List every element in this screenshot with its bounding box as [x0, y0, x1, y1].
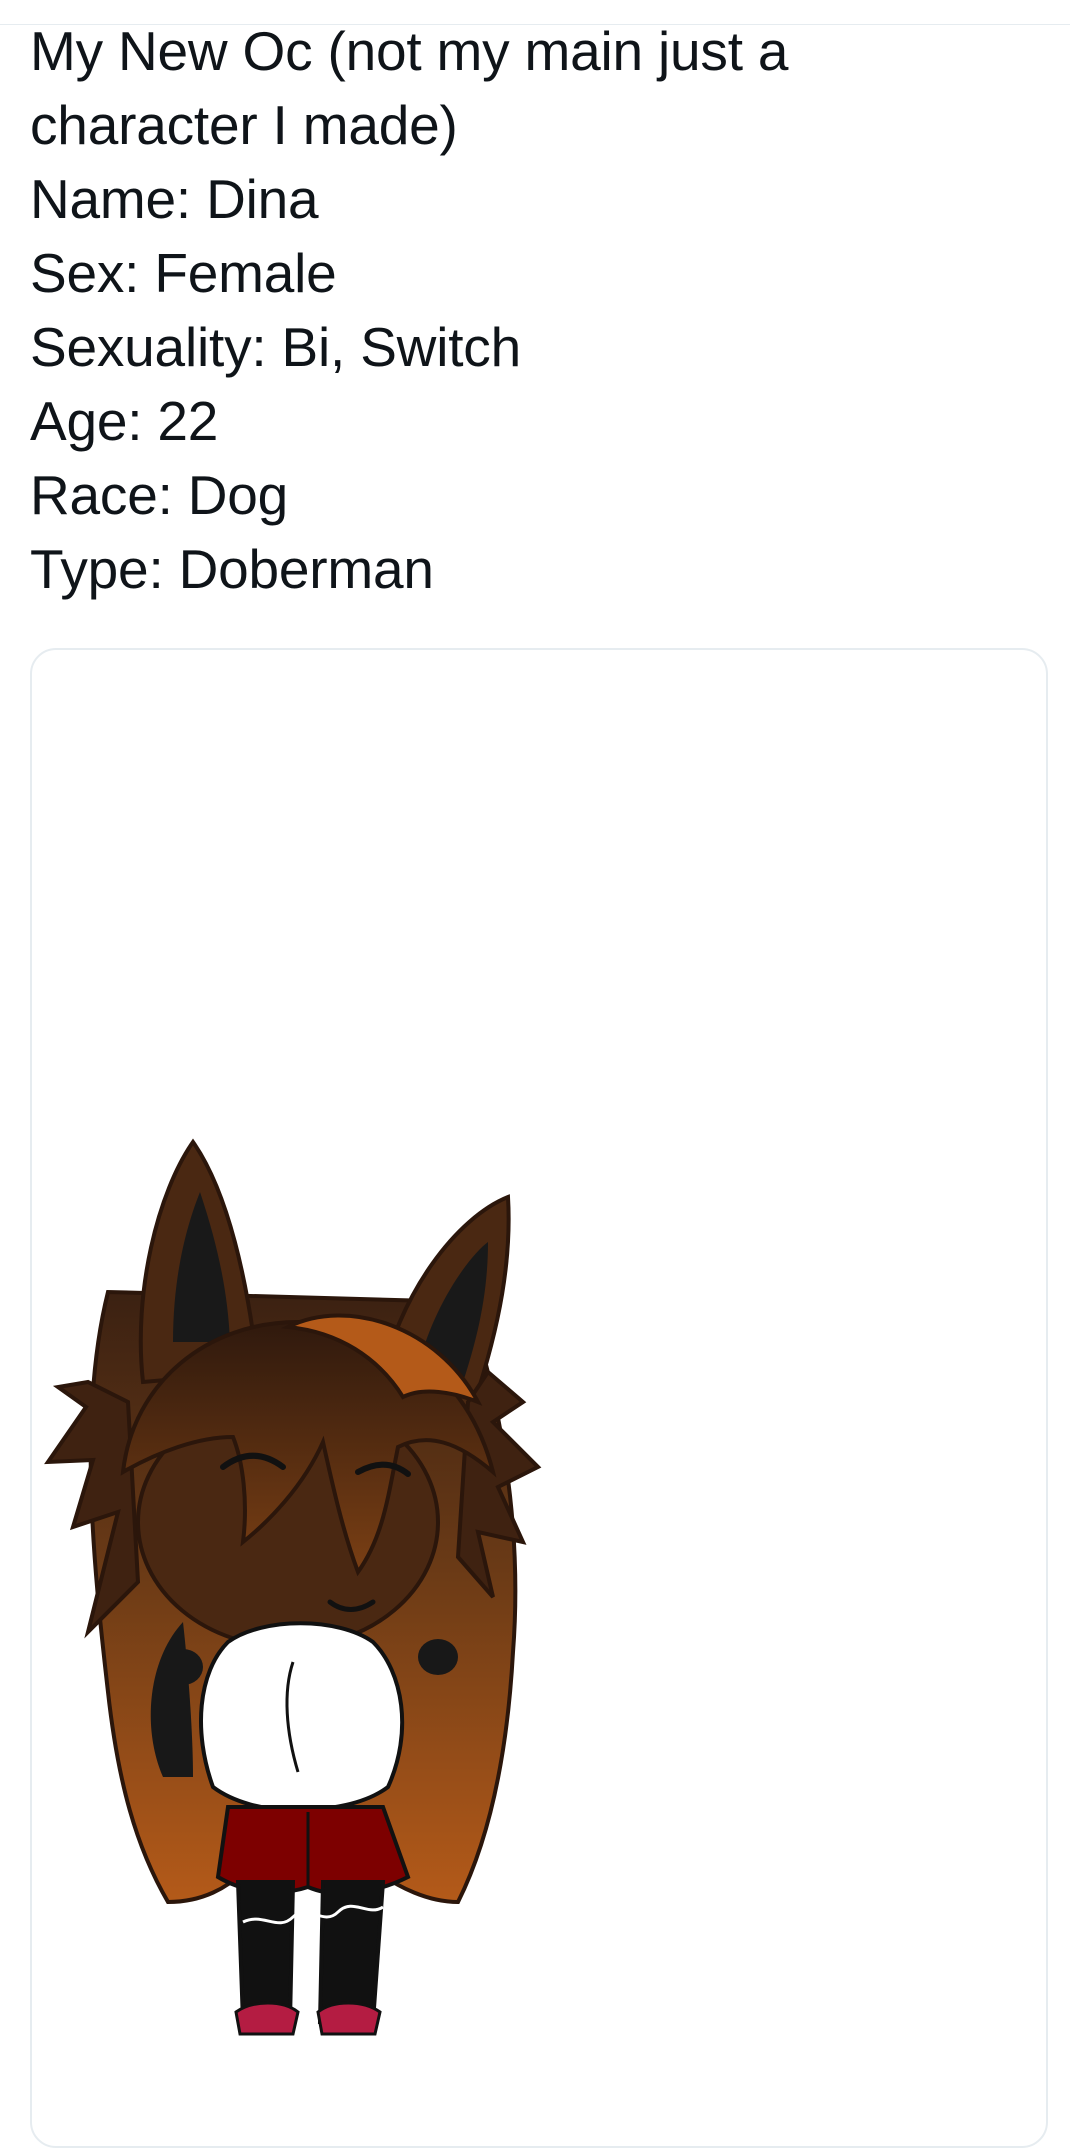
right-leg	[317, 1880, 386, 2024]
tweet-line-age: Age: 22	[30, 390, 219, 452]
tweet-line-sex: Sex: Female	[30, 242, 337, 304]
tweet-text: My New Oc (not my main just a character …	[30, 14, 1040, 606]
tweet-media-card[interactable]	[30, 648, 1048, 2148]
tweet-line-type: Type: Doberman	[30, 538, 434, 600]
left-shoe	[234, 2001, 300, 2036]
right-shoe	[316, 2001, 382, 2036]
left-hair-fluff	[44, 1379, 141, 1639]
tweet-line-name: Name: Dina	[30, 168, 319, 230]
character-illustration[interactable]	[38, 1042, 578, 2042]
tweet-line-2: character I made)	[30, 94, 458, 156]
tweet-line-1: My New Oc (not my main just a	[30, 20, 789, 82]
right-cuff	[418, 1639, 458, 1675]
tweet-line-race: Race: Dog	[30, 464, 289, 526]
left-leg	[235, 1880, 296, 2024]
tweet-line-sexuality: Sexuality: Bi, Switch	[30, 316, 521, 378]
shirt	[199, 1621, 405, 1813]
